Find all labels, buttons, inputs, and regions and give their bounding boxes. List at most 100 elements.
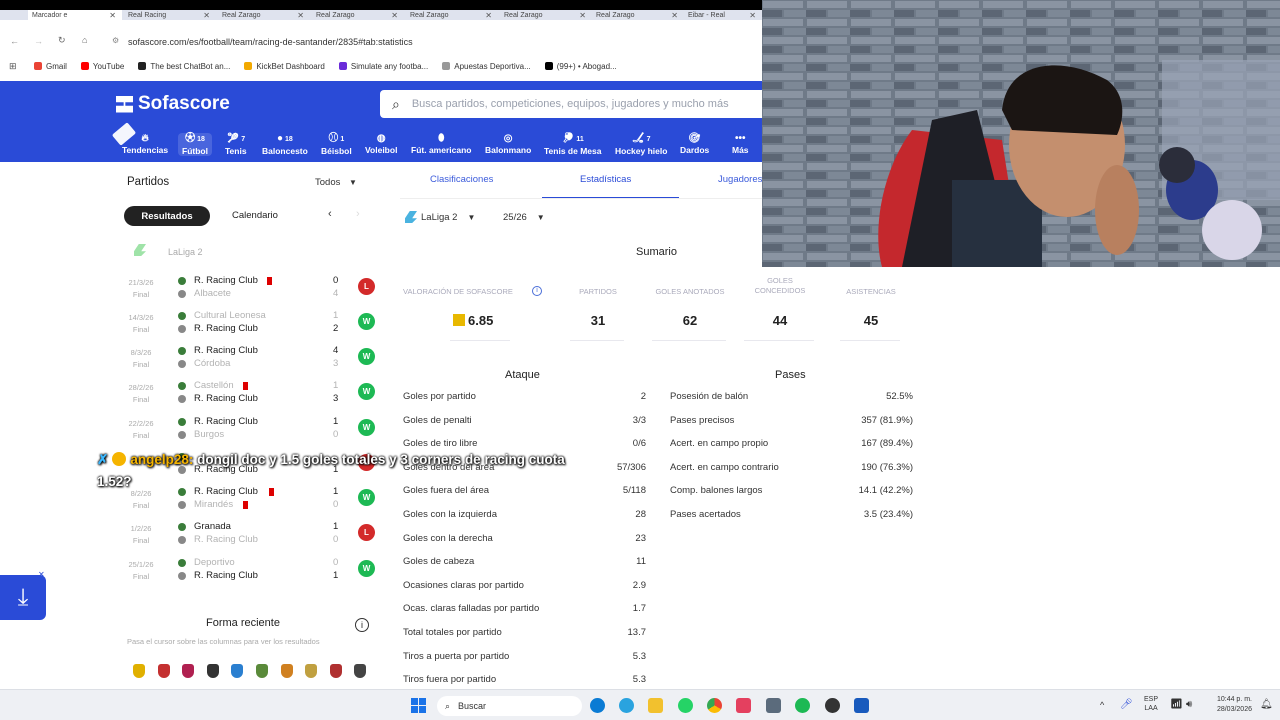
match-row[interactable]: 22/2/26 Final R. Racing Club Burgos 1 0 W [124,415,380,449]
language-indicator[interactable]: ESP LAA [1144,695,1158,713]
close-icon[interactable]: ✕ [203,11,216,20]
browser-tab[interactable]: Real Zarago ✕ [312,10,404,20]
chevron-right-icon[interactable]: › [356,208,360,220]
nav-label: Béisbol [321,146,352,156]
filter-select[interactable]: Todos ▼ [315,177,357,188]
team-crest-icon[interactable] [157,664,170,678]
browser-tab[interactable]: Real Zarago ✕ [592,10,684,20]
badge-icon [112,452,127,466]
match-row[interactable]: 8/3/26 Final R. Racing Club Córdoba 4 3 W [124,344,380,378]
close-icon[interactable]: ✕ [297,11,310,20]
team-crest-icon[interactable] [182,664,195,678]
team-crest-icon[interactable] [256,664,268,678]
nav-futbol[interactable]: ⚽︎ 18 Fútbol [178,133,212,156]
team-crest-icon[interactable] [305,664,318,678]
nav-balonmano[interactable]: ◎ Balonmano [485,133,531,155]
nav-baloncesto[interactable]: ● 18 Baloncesto [262,133,308,156]
close-icon[interactable]: ✕ [671,11,684,20]
browser-tab[interactable]: Real Zarago ✕ [406,10,498,20]
typora-icon[interactable] [736,698,751,713]
taskbar-search[interactable]: ⌕ Buscar [437,696,582,716]
forward-icon[interactable]: → [34,36,43,46]
team-crest-icon[interactable] [206,664,219,678]
info-icon[interactable]: i [355,618,369,632]
nav-tendencias[interactable]: 🔥︎ Tendencias [122,133,168,155]
file-explorer-icon[interactable] [648,698,663,713]
team-crest-icon[interactable] [231,664,244,678]
chevron-left-icon[interactable]: ‹ [328,208,332,220]
team-crest-icon[interactable] [354,664,367,678]
match-row[interactable]: 14/3/26 Final Cultural Leonesa R. Racing Cl… [124,309,380,343]
spotify-icon[interactable] [795,698,810,713]
nav-dardos[interactable]: 🎯︎ Dardos [680,133,709,155]
word-icon[interactable] [854,698,869,713]
chrome-icon[interactable] [707,698,722,713]
bookmark-chatbot[interactable]: The best ChatBot an... [138,62,230,71]
team-crest-icon[interactable] [280,664,293,678]
bookmark-youtube[interactable]: YouTube [80,62,124,71]
tab-estadisticas[interactable]: Estadísticas [580,174,631,185]
browser-tab[interactable]: Real Racing ✕ [124,10,216,20]
close-icon[interactable]: ✕ [38,570,45,579]
apps-grid-icon[interactable]: ⊞ [9,61,17,72]
browser-tab[interactable]: Eibar - Real ✕ [684,10,762,20]
whatsapp-icon[interactable] [678,698,693,713]
sofascore-logo[interactable]: Sofascore [116,93,230,115]
telegram-icon[interactable] [619,698,634,713]
browser-tab[interactable]: Real Zarago ✕ [218,10,310,20]
back-icon[interactable]: ← [10,36,19,46]
nav-voleibol[interactable]: ◍ Voleibol [365,133,397,155]
microphone-icon[interactable]: 🎤︎ [1120,699,1133,710]
wifi-icon[interactable]: 📶︎ [1170,699,1183,710]
calculator-icon[interactable] [766,698,781,713]
tab-clasificaciones[interactable]: Clasificaciones [430,174,493,185]
browser-tab[interactable]: Marcador e ✕ [28,10,122,20]
form-title: Forma reciente [206,617,280,629]
notification-icon[interactable]: 🔔︎ [1260,699,1273,710]
edge-icon[interactable] [590,698,605,713]
close-icon[interactable]: ✕ [391,11,404,20]
rating-badge-icon [453,314,465,326]
search-input[interactable]: ⌕ Busca partidos, competiciones, equipos… [380,90,762,118]
bookmark-simulate[interactable]: Simulate any footba... [338,62,428,71]
nav-tenis[interactable]: 🎾︎ 7 Tenis [225,133,247,156]
calendar-button[interactable]: Calendario [232,210,278,221]
filter-value: Todos [315,177,341,188]
bookmark-tiktok[interactable]: (99+) • Abogad... [544,62,617,71]
bookmark-kickbet[interactable]: KickBet Dashboard [244,62,325,71]
close-icon[interactable]: ✕ [579,11,592,20]
browser-tab[interactable]: Real Zarago ✕ [500,10,592,20]
obs-icon[interactable] [825,698,840,713]
bookmark-apuestas[interactable]: Apuestas Deportiva... [442,62,531,71]
team-crest-icon[interactable] [133,664,145,678]
bookmark-gmail[interactable]: Gmail [34,62,67,71]
chevron-up-icon[interactable]: ^ [1100,700,1104,710]
match-row[interactable]: 25/1/26 Final Deportivo R. Racing Club 0 1 W [124,556,380,590]
url-field[interactable]: sofascore.com/es/football/team/racing-de… [128,37,413,47]
reload-icon[interactable]: ↻ [58,35,66,46]
nav-beisbol[interactable]: ⚾︎ 1 Béisbol [321,133,352,156]
team-crest-icon [178,559,186,567]
team-crest-icon[interactable] [329,664,342,678]
nav-hockey-hielo[interactable]: 🏒︎ 7 Hockey hielo [615,133,667,156]
download-widget[interactable]: ⤓ [0,575,46,620]
close-icon[interactable]: ✕ [109,11,122,20]
info-icon[interactable]: i [532,286,542,296]
nav-mas[interactable]: ••• Más [732,133,749,155]
match-row[interactable]: 21/3/26 Final R. Racing Club Albacete 0 4 L [124,274,380,308]
results-button[interactable]: Resultados [124,206,210,226]
league-select[interactable]: LaLiga 2 ▼ [405,211,475,223]
site-info-icon[interactable]: ⚙ [112,36,119,45]
match-row[interactable]: 1/2/26 Final Granada R. Racing Club 1 0 L [124,520,380,554]
close-icon[interactable]: ✕ [749,11,762,20]
season-select[interactable]: 25/26 ▼ [503,212,545,223]
windows-start-icon[interactable] [411,698,426,713]
clock[interactable]: 10:44 p. m. 28/03/2026 [1204,695,1252,715]
home-icon[interactable]: ⌂ [82,35,87,45]
volume-icon[interactable]: 🔊︎ [1186,699,1192,710]
nav-tenis-de-mesa[interactable]: 🏓︎ 11 Tenis de Mesa [544,133,601,156]
match-row[interactable]: 28/2/26 Final Castellón R. Racing Club 1 3 W [124,379,380,413]
nav-fut-americano[interactable]: ⬮ Fút. americano [411,133,471,155]
close-icon[interactable]: ✕ [485,11,498,20]
tab-jugadores[interactable]: Jugadores [718,174,762,185]
